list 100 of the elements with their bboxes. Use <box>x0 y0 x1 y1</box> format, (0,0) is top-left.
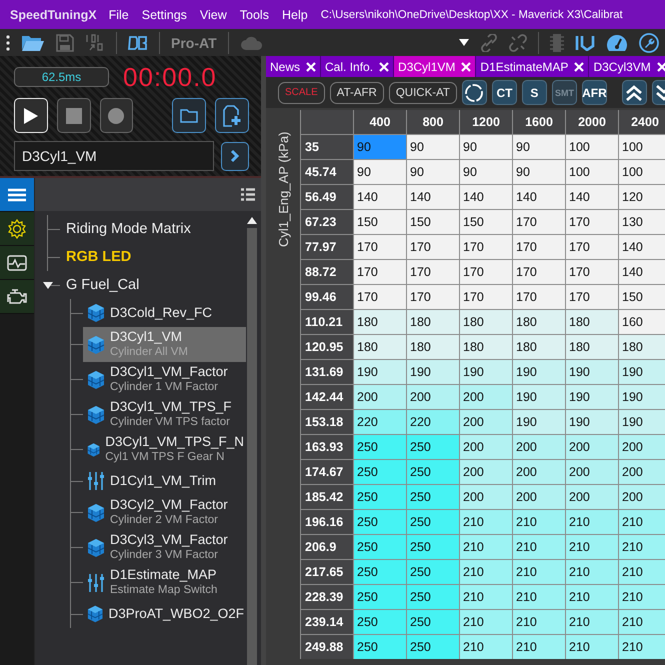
table-cell[interactable]: 150 <box>460 210 512 234</box>
table-cell[interactable]: 170 <box>407 260 459 284</box>
tree-item[interactable]: D3Cold_Rev_FC <box>83 299 246 327</box>
table-cell[interactable]: 180 <box>513 310 565 334</box>
table-cell[interactable]: 90 <box>460 135 512 159</box>
table-cell[interactable]: 180 <box>513 335 565 359</box>
table-cell[interactable]: 170 <box>354 235 406 259</box>
wrench-icon[interactable] <box>639 32 659 52</box>
menu-button[interactable] <box>0 178 34 212</box>
table-cell[interactable]: 140 <box>619 260 665 284</box>
menu-item[interactable]: Settings <box>142 8 187 22</box>
tab[interactable]: D3Cyl1VM <box>394 56 476 77</box>
db-icon[interactable] <box>128 34 148 50</box>
record-button[interactable] <box>100 98 134 133</box>
table-cell[interactable]: 100 <box>566 160 618 184</box>
table-cell[interactable]: 250 <box>407 460 459 484</box>
iv-icon[interactable] <box>575 34 595 50</box>
table-cell[interactable]: 200 <box>460 410 512 434</box>
table-cell[interactable]: 200 <box>566 435 618 459</box>
table-cell[interactable]: 140 <box>460 185 512 209</box>
table-cell[interactable]: 180 <box>566 335 618 359</box>
table-cell[interactable]: 190 <box>513 410 565 434</box>
table-cell[interactable]: 190 <box>513 385 565 409</box>
table-cell[interactable]: 250 <box>354 560 406 584</box>
table-cell[interactable]: 200 <box>407 385 459 409</box>
table-cell[interactable]: 190 <box>354 360 406 384</box>
table-cell[interactable]: 190 <box>619 410 665 434</box>
tool-button[interactable]: AFR <box>582 80 607 105</box>
table-cell[interactable]: 170 <box>460 235 512 259</box>
table-cell[interactable]: 210 <box>619 635 665 659</box>
table-cell[interactable]: 180 <box>407 335 459 359</box>
table-cell[interactable]: 210 <box>460 560 512 584</box>
tree-item[interactable]: Riding Mode Matrix <box>66 221 191 237</box>
table-cell[interactable]: 170 <box>566 260 618 284</box>
table-cell[interactable]: 200 <box>566 485 618 509</box>
table-cell[interactable]: 210 <box>566 610 618 634</box>
table-cell[interactable]: 90 <box>407 160 459 184</box>
table-cell[interactable]: 250 <box>407 435 459 459</box>
table-cell[interactable]: 140 <box>513 185 565 209</box>
table-cell[interactable]: 120 <box>619 185 665 209</box>
new-file-button[interactable] <box>215 98 249 133</box>
menu-item[interactable]: File <box>108 8 129 22</box>
close-icon[interactable] <box>656 62 665 72</box>
tree-item[interactable]: D3Cyl2_VM_Factor Cylinder 2 VM Factor <box>83 495 246 530</box>
close-icon[interactable] <box>574 62 584 72</box>
table-cell[interactable]: 220 <box>354 410 406 434</box>
table-cell[interactable]: 190 <box>513 360 565 384</box>
menu-item[interactable]: View <box>200 8 227 22</box>
table-cell[interactable]: 130 <box>619 210 665 234</box>
table-cell[interactable]: 200 <box>460 435 512 459</box>
table-cell[interactable]: 180 <box>460 310 512 334</box>
menu-item[interactable]: Tools <box>240 8 269 22</box>
tab[interactable]: Cal. Info. <box>321 56 394 77</box>
save-icon[interactable] <box>56 34 74 52</box>
table-cell[interactable]: 200 <box>354 385 406 409</box>
table-cell[interactable]: 170 <box>566 285 618 309</box>
table-cell[interactable]: 90 <box>513 160 565 184</box>
tool-button[interactable]: S <box>522 80 547 105</box>
unlink-icon[interactable] <box>509 34 527 52</box>
tree-item[interactable]: D1Cyl1_VM_Trim <box>83 467 246 495</box>
table-cell[interactable]: 210 <box>566 535 618 559</box>
table-cell[interactable]: 200 <box>513 435 565 459</box>
table-cell[interactable]: 200 <box>619 485 665 509</box>
table-cell[interactable]: 200 <box>566 460 618 484</box>
table-cell[interactable]: 210 <box>619 585 665 609</box>
table-cell[interactable]: 210 <box>619 535 665 559</box>
table-cell[interactable]: 210 <box>513 635 565 659</box>
table-cell[interactable]: 200 <box>513 460 565 484</box>
play-button[interactable] <box>14 98 48 133</box>
table-cell[interactable]: 210 <box>566 585 618 609</box>
table-cell[interactable]: 250 <box>407 560 459 584</box>
table-cell[interactable]: 200 <box>513 485 565 509</box>
tab[interactable]: News <box>266 56 322 77</box>
table-cell[interactable]: 250 <box>354 460 406 484</box>
table-cell[interactable]: 170 <box>513 285 565 309</box>
table-cell[interactable]: 160 <box>619 310 665 334</box>
table-cell[interactable]: 190 <box>407 360 459 384</box>
table-cell[interactable]: 210 <box>513 535 565 559</box>
table-cell[interactable]: 170 <box>513 235 565 259</box>
table-cell[interactable]: 190 <box>566 360 618 384</box>
table-cell[interactable]: 170 <box>460 285 512 309</box>
table-cell[interactable]: 140 <box>407 185 459 209</box>
table-cell[interactable]: 250 <box>354 535 406 559</box>
table-cell[interactable]: 190 <box>460 360 512 384</box>
table-cell[interactable]: 250 <box>407 485 459 509</box>
table-cell[interactable]: 170 <box>513 260 565 284</box>
table-cell[interactable]: 100 <box>619 160 665 184</box>
table-cell[interactable]: 190 <box>619 385 665 409</box>
table-cell[interactable]: 170 <box>354 285 406 309</box>
tree-item[interactable]: G Fuel_Cal <box>66 277 140 293</box>
scroll-up-button[interactable] <box>622 80 647 105</box>
table-cell[interactable]: 250 <box>407 610 459 634</box>
table-cell[interactable]: 180 <box>354 310 406 334</box>
table-cell[interactable]: 250 <box>407 535 459 559</box>
table-cell[interactable]: 250 <box>354 610 406 634</box>
table-cell[interactable]: 170 <box>354 260 406 284</box>
table-cell[interactable]: 220 <box>407 410 459 434</box>
tree-item[interactable]: D3Cyl1_VM_TPS_F Cylinder VM TPS factor <box>83 397 246 432</box>
table-cell[interactable]: 200 <box>460 385 512 409</box>
table-cell[interactable]: 250 <box>354 585 406 609</box>
